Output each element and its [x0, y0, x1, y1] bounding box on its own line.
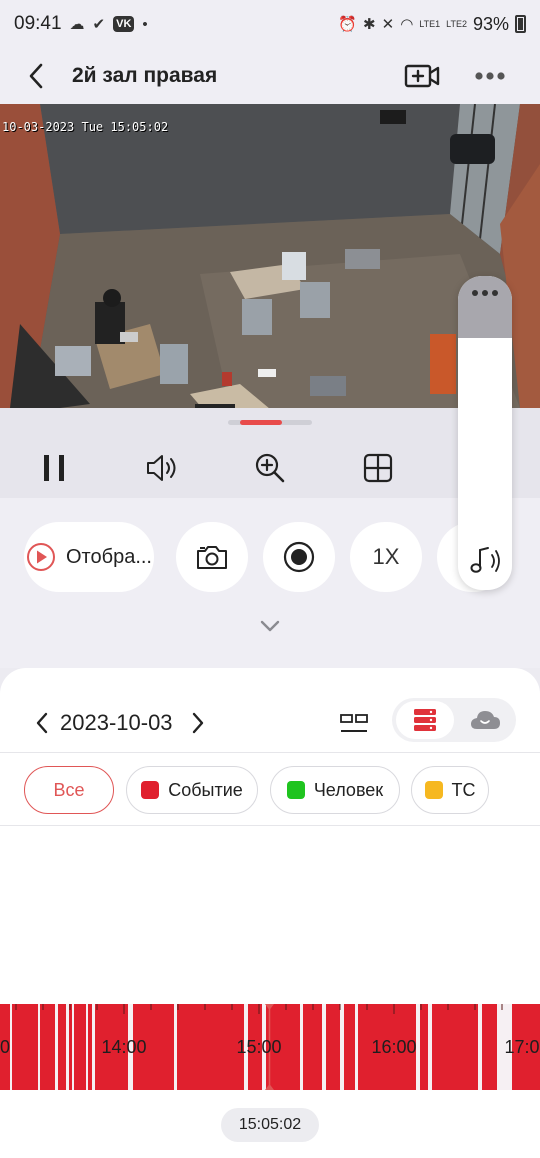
storage-source-toggle: [392, 698, 516, 742]
mute-icon: ✕: [381, 16, 395, 33]
bluetooth-icon: ✱: [363, 16, 376, 33]
recording-gap: [174, 1004, 177, 1090]
filter-event-chip[interactable]: Событие: [126, 766, 258, 814]
chevron-right-icon: [192, 712, 204, 734]
layout-grid-button[interactable]: [356, 446, 400, 490]
signal-lte2-icon: LTE2: [446, 19, 467, 29]
previous-day-button[interactable]: [30, 706, 54, 740]
speed-button[interactable]: 1X: [350, 522, 422, 592]
status-left: 09:41 ☁ ✔ VK •: [14, 13, 148, 35]
sd-storage-icon: [414, 709, 436, 731]
volume-button[interactable]: [140, 446, 184, 490]
drag-handle-indicator: [240, 420, 282, 425]
timeline-edge-label: 00: [0, 1037, 11, 1057]
cloud-icon: [471, 711, 500, 729]
recording-gap: [66, 1004, 69, 1090]
timeline-label-16: 16:00: [371, 1037, 417, 1057]
cloud-icon: ☁: [69, 16, 85, 33]
chevron-down-icon: [260, 620, 280, 632]
check-circle-icon: ✔: [92, 16, 106, 33]
signal-lte1-icon: LTE1: [419, 19, 441, 29]
speed-label: 1X: [372, 544, 400, 569]
recording-gap: [478, 1004, 482, 1090]
more-dots-icon: [475, 72, 505, 80]
tiles-view-icon: [340, 714, 368, 732]
page-title: 2й зал правая: [72, 64, 218, 87]
date-navigation: 2023-10-03: [0, 698, 540, 748]
recording-timeline[interactable]: 00 14:00 15:00 16:00 17:00: [0, 1004, 540, 1090]
battery-icon: [515, 15, 526, 33]
selected-date[interactable]: 2023-10-03: [60, 710, 173, 736]
record-icon: [283, 541, 315, 573]
zoom-in-icon: [255, 453, 285, 483]
recording-gap: [428, 1004, 432, 1090]
drag-handle[interactable]: [228, 420, 312, 425]
vehicle-color-dot: [424, 781, 443, 799]
filter-all-label: Все: [53, 779, 85, 800]
recording-gap: [300, 1004, 303, 1090]
battery-percent: 93%: [472, 13, 509, 34]
cloud-storage-tab[interactable]: [456, 701, 514, 739]
play-circle-icon: [27, 543, 55, 571]
recording-gap: [92, 1004, 95, 1090]
music-note-icon: [470, 547, 500, 573]
recording-gap: [86, 1004, 88, 1090]
back-arrow-icon: [29, 63, 43, 89]
pause-icon: [44, 455, 64, 481]
zoom-button[interactable]: [248, 446, 292, 490]
grid-layout-icon: [363, 453, 393, 483]
recording-gap: [55, 1004, 58, 1090]
speaker-icon: [147, 455, 176, 481]
snapshot-button[interactable]: [176, 522, 248, 592]
pause-button[interactable]: [32, 446, 76, 490]
recording-gap: [72, 1004, 74, 1090]
timeline-label-15: 15:00: [236, 1037, 282, 1057]
filter-vehicle-label: ТС: [451, 779, 476, 800]
divider: [0, 752, 540, 753]
dot-icon: •: [142, 15, 148, 33]
filter-person-chip[interactable]: Человек: [270, 766, 400, 814]
timeline-label-14: 14:00: [101, 1037, 147, 1057]
status-time: 09:41: [14, 13, 62, 34]
recording-gap: [322, 1004, 326, 1090]
recording-gap: [340, 1004, 344, 1090]
video-timestamp-overlay: 10-03-2023 Tue 15:05:02: [2, 120, 169, 134]
local-storage-tab[interactable]: [396, 701, 454, 739]
list-view-toggle[interactable]: [338, 708, 370, 740]
chevron-left-icon: [36, 712, 48, 734]
filter-event-label: Событие: [168, 779, 243, 800]
timeline-label-17: 17:00: [504, 1037, 540, 1057]
filter-person-label: Человек: [313, 779, 384, 800]
wifi-icon: ◠: [400, 16, 414, 33]
current-time-badge: 15:05:02: [221, 1108, 319, 1142]
playback-mode-button[interactable]: Отобра...: [24, 522, 154, 592]
floating-panel-menu-button[interactable]: [458, 276, 512, 338]
floating-side-panel[interactable]: [458, 276, 512, 590]
back-button[interactable]: [16, 56, 56, 96]
vk-icon: VK: [113, 16, 135, 32]
audio-talk-button[interactable]: [458, 540, 512, 580]
recording-gap: [416, 1004, 420, 1090]
divider: [0, 825, 540, 826]
filter-vehicle-chip[interactable]: ТС: [411, 766, 489, 814]
person-color-dot: [286, 781, 305, 799]
record-button[interactable]: [263, 522, 335, 592]
add-video-button[interactable]: [402, 56, 442, 96]
recording-gap: [38, 1004, 40, 1090]
status-bar: 09:41 ☁ ✔ VK • ⏰ ✱ ✕ ◠ LTE1 LTE2 93%: [0, 0, 540, 48]
recording-gap: [10, 1004, 12, 1090]
app-bar: 2й зал правая: [0, 48, 540, 104]
next-day-button[interactable]: [186, 706, 210, 740]
playback-mode-label: Отобра...: [66, 545, 152, 568]
status-right: ⏰ ✱ ✕ ◠ LTE1 LTE2 93%: [338, 14, 526, 35]
filter-all-chip[interactable]: Все: [24, 766, 114, 814]
camera-icon: [197, 546, 227, 569]
expand-tools-button[interactable]: [255, 614, 285, 638]
more-dots-icon: [472, 290, 498, 296]
add-video-icon: [404, 64, 440, 88]
recording-gap: [355, 1004, 358, 1090]
more-options-button[interactable]: [470, 56, 510, 96]
alarm-icon: ⏰: [338, 16, 358, 33]
event-color-dot: [141, 781, 160, 799]
